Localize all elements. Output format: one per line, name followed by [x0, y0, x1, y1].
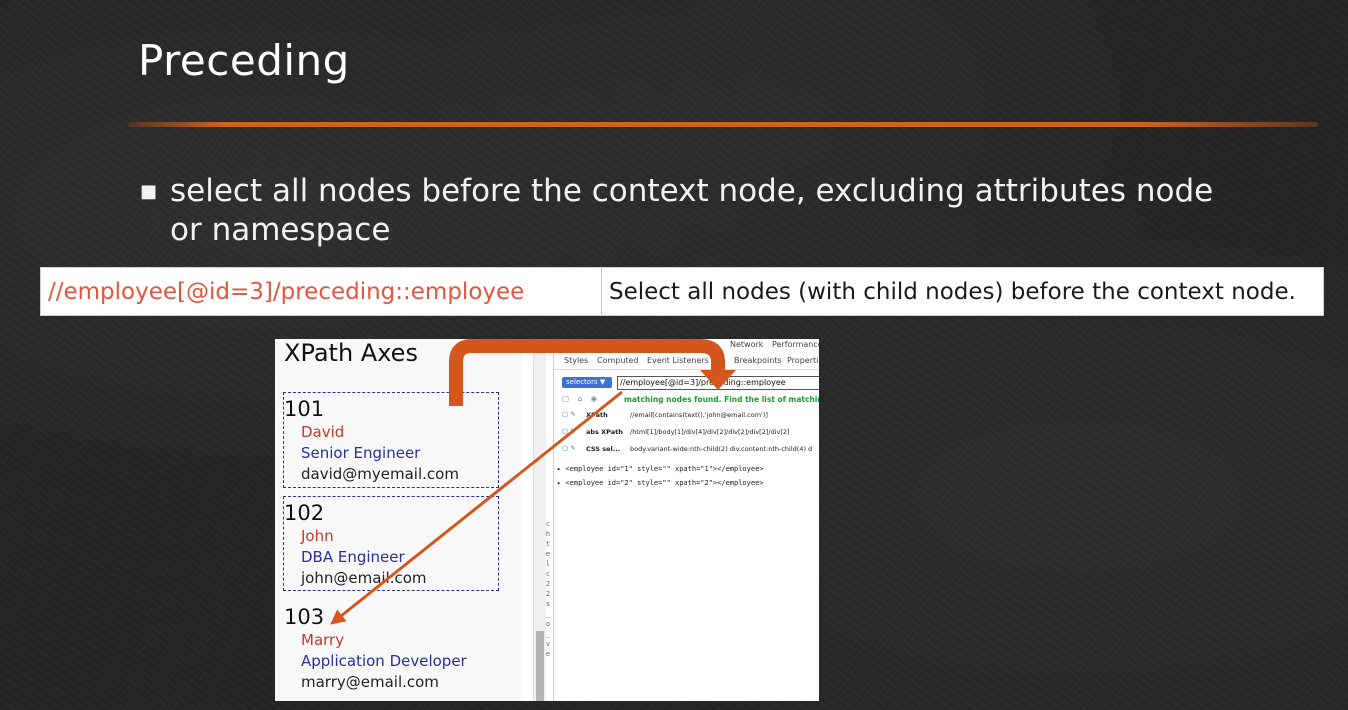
selector-label: abs XPath — [586, 428, 623, 436]
employee-card: 102 John DBA Engineer john@email.com — [284, 500, 427, 589]
bullet-square-icon: ■ — [140, 181, 158, 202]
selector-label: CSS sel... — [586, 445, 621, 453]
match-message: matching nodes found. Find the list of m… — [624, 395, 819, 404]
match-status: ▢ ⌂ ◉ matching nodes found. Find the lis… — [562, 394, 819, 406]
employee-email: marry@email.com — [301, 673, 439, 691]
employee-email: john@email.com — [301, 569, 427, 587]
xpath-description: Select all nodes (with child nodes) befo… — [609, 278, 1296, 305]
employee-id: 101 — [284, 397, 325, 421]
xpath-table: //employee[@id=3]/preceding::employee Se… — [40, 267, 1324, 316]
employee-role: Application Developer — [301, 652, 467, 670]
tab-event-listeners[interactable]: Event Listeners — [647, 356, 709, 365]
selector-value: body.variant-wide:nth-child(2) div.conte… — [630, 445, 813, 453]
employee-email: david@myemail.com — [301, 465, 459, 483]
bullet-point: ■ select all nodes before the context no… — [140, 172, 1220, 250]
employee-name: John — [301, 527, 334, 545]
employee-id: 102 — [284, 501, 325, 525]
browser-screenshot: XPath Axes 101 David Senior Engineer dav… — [275, 339, 819, 701]
employee-role: DBA Engineer — [301, 548, 405, 566]
tab-network[interactable]: Network — [730, 340, 763, 349]
matched-node[interactable]: ▸ <employee id="2" style="" xpath="2"></… — [557, 479, 817, 491]
selector-label: XPath — [586, 411, 608, 419]
matched-node[interactable]: ▸ <employee id="1" style="" xpath="1"></… — [557, 465, 817, 477]
employee-role: Senior Engineer — [301, 444, 421, 462]
selector-result-row: ▢ ✎ abs XPath /html[1]/body[1]/div[4]/di… — [562, 427, 819, 439]
employee-name: David — [301, 423, 345, 441]
employee-card: 101 David Senior Engineer david@myemail.… — [284, 396, 459, 485]
selector-value: /html[1]/body[1]/div[4]/div[2]/div[2]/di… — [630, 428, 790, 436]
selector-result-row: ▢ ✎ XPath //email[contains(text(),'john@… — [562, 410, 819, 422]
xpath-query-input[interactable]: //employee[@id=3]/preceding::employee — [617, 376, 819, 390]
tab-styles[interactable]: Styles — [564, 356, 588, 365]
tab-properties[interactable]: Propertie — [787, 356, 819, 365]
vertical-code-text: chtel c22s_o_ve — [545, 520, 551, 658]
selector-value: //email[contains(text(),'john@email.com'… — [630, 411, 768, 419]
copy-edit-icon[interactable]: ▢ ✎ — [562, 444, 576, 452]
copy-edit-icon[interactable]: ▢ ✎ — [562, 410, 576, 418]
copy-edit-icon[interactable]: ▢ ✎ — [562, 427, 576, 435]
page-pane: XPath Axes 101 David Senior Engineer dav… — [275, 339, 521, 701]
title-divider — [128, 122, 1318, 127]
xpath-expression: //employee[@id=3]/preceding::employee — [41, 268, 602, 315]
employee-card: 103 Marry Application Developer marry@em… — [284, 604, 467, 693]
tab-breakpoints[interactable]: Breakpoints — [734, 356, 782, 365]
page-heading: XPath Axes — [284, 339, 418, 367]
employee-id: 103 — [284, 605, 325, 629]
match-toolbar-icons[interactable]: ▢ ⌂ ◉ — [562, 394, 600, 403]
devtools-top-nav: Network Performance — [554, 339, 819, 351]
selector-type-dropdown[interactable]: selectors ▼ — [562, 377, 612, 388]
bullet-text: select all nodes before the context node… — [170, 173, 1214, 248]
selector-row: selectors ▼ //employee[@id=3]/preceding:… — [562, 376, 819, 390]
devtools-pane: Network Performance Styles Computed Even… — [553, 339, 819, 701]
selector-result-row: ▢ ✎ CSS sel... body.variant-wide:nth-chi… — [562, 444, 819, 456]
tab-computed[interactable]: Computed — [597, 356, 639, 365]
employee-name: Marry — [301, 631, 345, 649]
devtools-tabs: Styles Computed Event Listeners Breakpoi… — [554, 353, 819, 370]
scroll-thumb[interactable] — [536, 631, 544, 701]
slide-title: Preceding — [138, 36, 350, 85]
tab-performance[interactable]: Performance — [772, 340, 819, 349]
